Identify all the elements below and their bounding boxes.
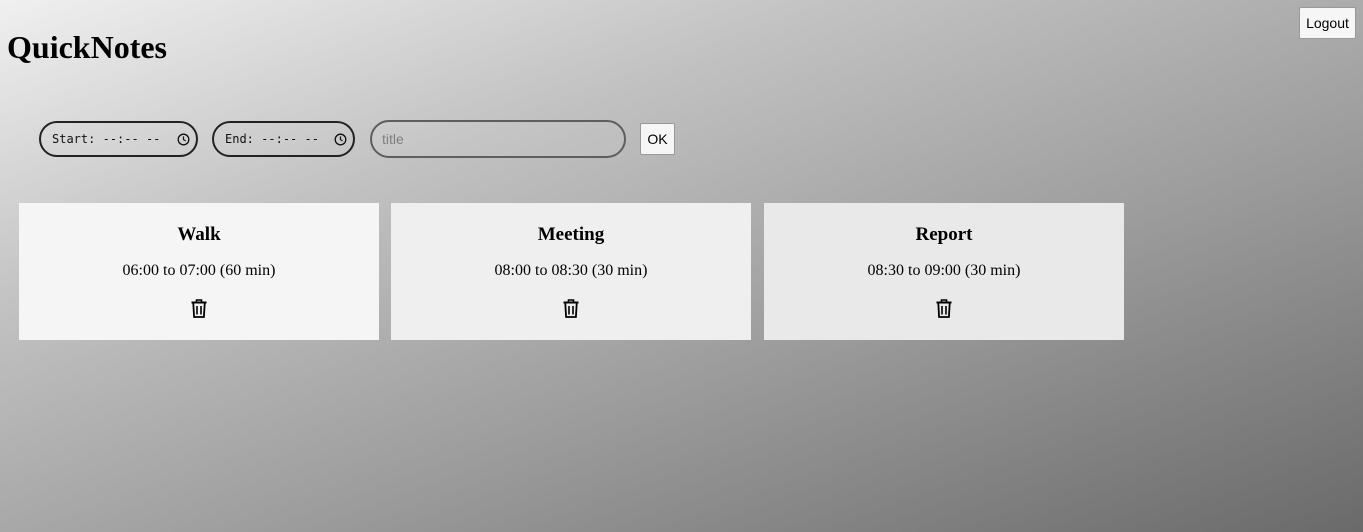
note-time-range: 08:00 to 08:30 (30 min) [494, 262, 648, 279]
trash-icon[interactable] [561, 297, 581, 319]
ok-button[interactable]: OK [640, 123, 675, 155]
app-title: QuickNotes [7, 29, 167, 65]
note-card: Walk 06:00 to 07:00 (60 min) [19, 203, 379, 340]
start-time-input[interactable]: Start: --:-- -- [39, 121, 198, 157]
note-card: Meeting 08:00 to 08:30 (30 min) [391, 203, 751, 340]
title-input[interactable] [370, 120, 626, 158]
note-time-range: 06:00 to 07:00 (60 min) [122, 262, 276, 279]
trash-icon[interactable] [189, 297, 209, 319]
note-title: Report [915, 224, 973, 245]
end-time-text: End: --:-- -- [225, 132, 319, 146]
clock-icon[interactable] [177, 133, 190, 146]
logout-button[interactable]: Logout [1299, 7, 1356, 39]
trash-icon[interactable] [934, 297, 954, 319]
note-time-range: 08:30 to 09:00 (30 min) [867, 262, 1021, 279]
note-title: Meeting [537, 224, 605, 245]
clock-icon[interactable] [334, 133, 347, 146]
end-time-input[interactable]: End: --:-- -- [212, 121, 355, 157]
note-title: Walk [177, 224, 221, 245]
start-time-text: Start: --:-- -- [52, 132, 161, 146]
note-card: Report 08:30 to 09:00 (30 min) [764, 203, 1124, 340]
